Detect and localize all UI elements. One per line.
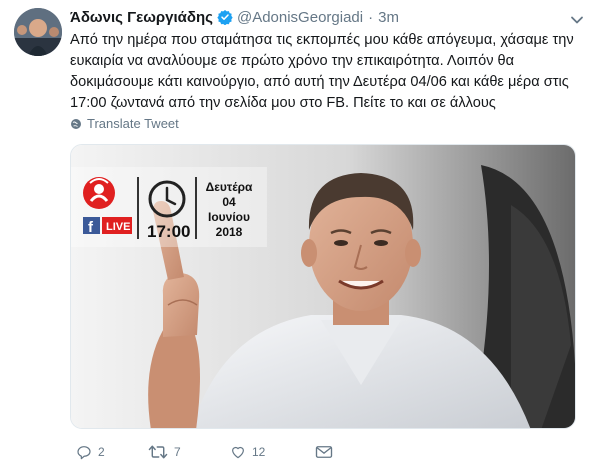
tweet-timestamp[interactable]: 3m — [378, 9, 399, 26]
translate-tweet-link[interactable]: Translate Tweet — [70, 116, 179, 131]
date-day: Δευτέρα — [206, 180, 253, 194]
reply-count: 2 — [98, 445, 105, 459]
clock-time: 17:00 — [147, 222, 190, 241]
retweet-icon — [148, 445, 168, 459]
direct-message-button[interactable] — [315, 445, 339, 459]
like-button[interactable]: 12 — [230, 444, 265, 460]
like-count: 12 — [252, 445, 266, 459]
chevron-down-icon[interactable] — [570, 12, 584, 24]
avatar[interactable] — [14, 8, 62, 56]
date-year: 2018 — [216, 225, 243, 239]
tweet-text-line: ευκαιρία να αναλύουμε σε πρώτο χρόνο την… — [70, 53, 515, 69]
retweet-button[interactable]: 7 — [148, 444, 181, 460]
envelope-icon — [315, 446, 333, 458]
tweet-text-line: Από την ημέρα που σταμάτησα τις εκπομπές… — [70, 32, 574, 48]
tweet-header: Άδωνις Γεωργιάδης @AdonisGeorgiadi · 3m — [70, 7, 399, 27]
globe-icon — [71, 118, 81, 129]
tweet-actions: 2 7 12 — [70, 442, 490, 462]
author-handle[interactable]: @AdonisGeorgiadi — [237, 9, 363, 26]
retweet-count: 7 — [174, 445, 181, 459]
reply-button[interactable]: 2 — [76, 444, 105, 460]
live-label: LIVE — [106, 221, 130, 233]
author-name[interactable]: Άδωνις Γεωργιάδης — [70, 9, 213, 26]
verified-badge-icon — [217, 9, 233, 26]
translate-label: Translate Tweet — [87, 116, 179, 131]
heart-icon — [232, 446, 244, 459]
tweet-text-line: δοκιμάσουμε κάτι καινούργιο, από αυτή τη… — [70, 74, 569, 90]
tweet-text-line: 17:00 ζωντανά από την σελίδα μου στο FB.… — [70, 95, 496, 111]
reply-icon — [77, 446, 91, 460]
tweet[interactable]: Άδωνις Γεωργιάδης @AdonisGeorgiadi · 3m … — [0, 0, 599, 470]
separator-dot: · — [368, 8, 374, 26]
date-number: 04 — [222, 195, 236, 209]
tweet-text: Από την ημέρα που σταμάτησα τις εκπομπές… — [70, 30, 585, 114]
date-month: Ιουνίου — [208, 210, 250, 224]
tweet-media-image[interactable]: f LIVE 17:00 Δευτέρα 04 Ιουνίου 2018 — [70, 144, 576, 429]
